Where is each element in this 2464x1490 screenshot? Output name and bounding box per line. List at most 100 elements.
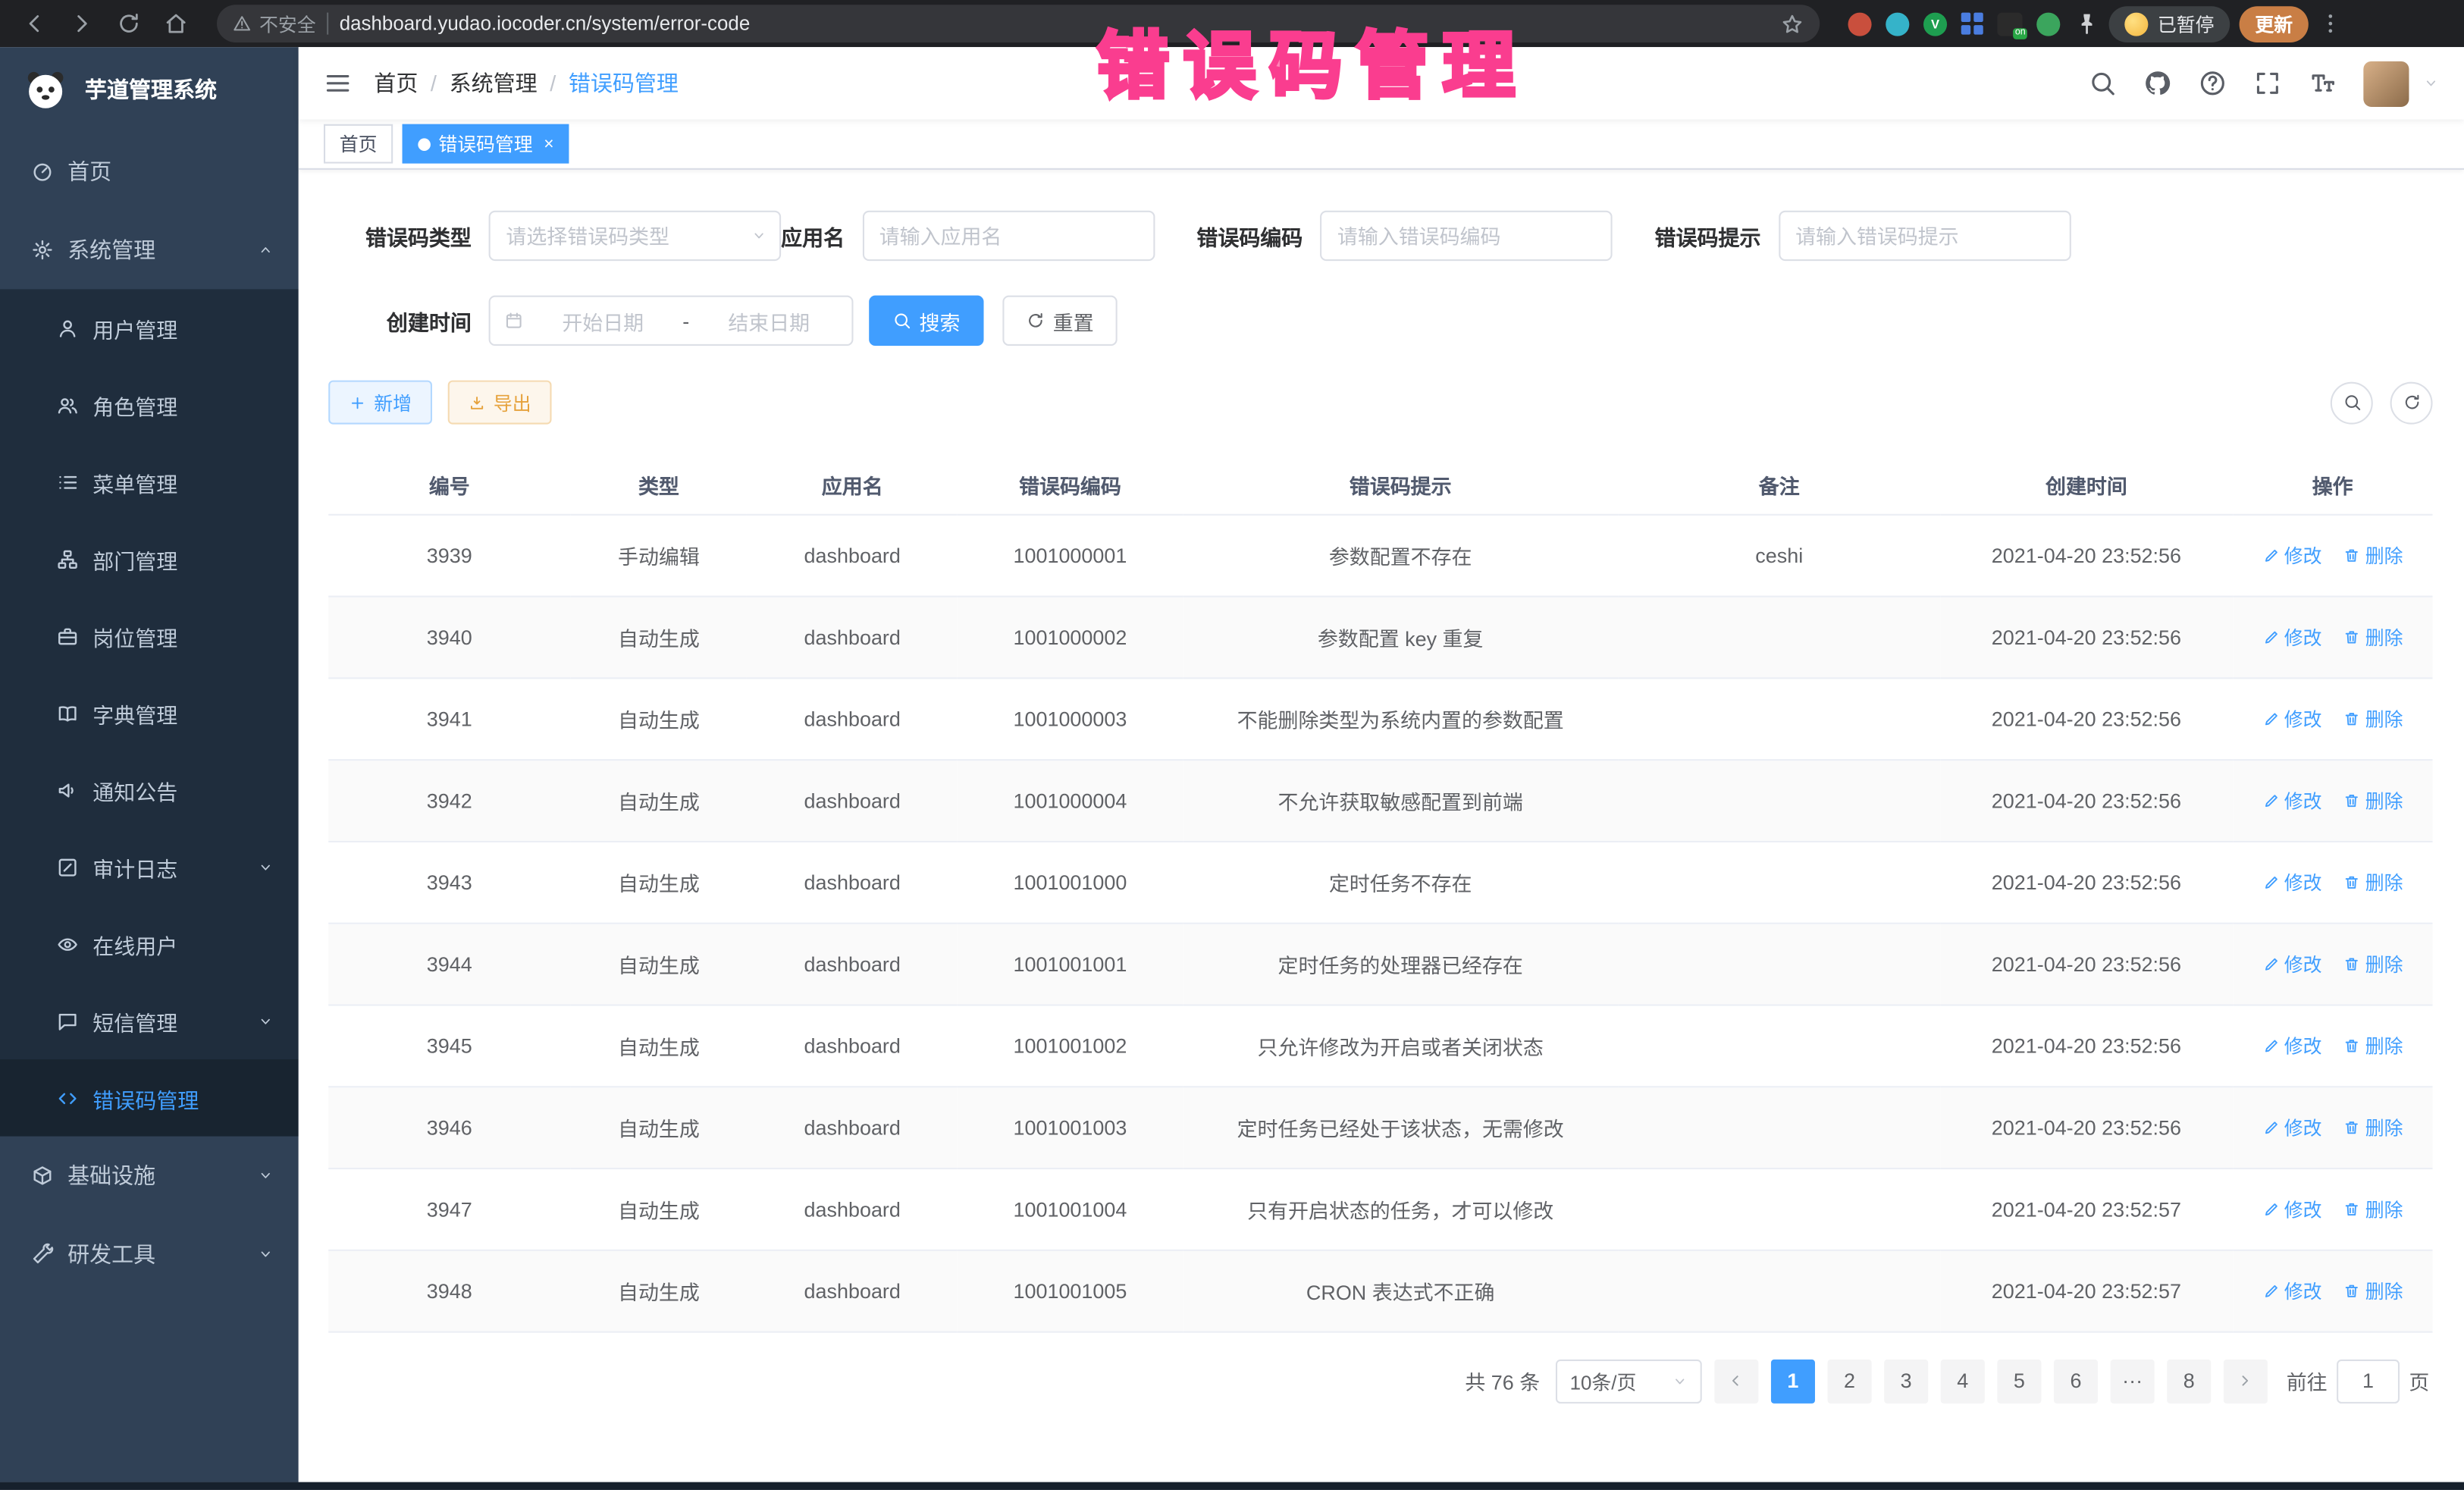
sidebar-item-infrastructure[interactable]: 基础设施 <box>0 1137 299 1216</box>
extensions-pin-icon[interactable] <box>2074 11 2099 36</box>
more-pages-button[interactable]: ··· <box>2111 1359 2155 1403</box>
page-button-2[interactable]: 2 <box>1827 1359 1871 1403</box>
sidebar-item-menus[interactable]: 菜单管理 <box>0 444 299 521</box>
edit-link[interactable]: 修改 <box>2262 786 2322 813</box>
error-type-input[interactable] <box>489 211 782 261</box>
search-icon[interactable] <box>2089 69 2117 97</box>
edit-link[interactable]: 修改 <box>2262 868 2322 895</box>
font-size-icon[interactable] <box>2309 69 2337 97</box>
next-page-button[interactable] <box>2224 1359 2268 1403</box>
sidebar-item-departments[interactable]: 部门管理 <box>0 520 299 598</box>
date-range-picker[interactable]: 开始日期 - 结束日期 <box>489 296 854 346</box>
delete-link[interactable]: 删除 <box>2343 1195 2403 1222</box>
update-button[interactable]: 更新 <box>2240 5 2309 42</box>
sidebar-item-positions[interactable]: 岗位管理 <box>0 598 299 675</box>
back-button[interactable] <box>16 5 54 42</box>
delete-link[interactable]: 删除 <box>2343 541 2403 568</box>
edit-link[interactable]: 修改 <box>2262 1195 2322 1222</box>
delete-link[interactable]: 删除 <box>2343 1032 2403 1059</box>
reset-button[interactable]: 重置 <box>1002 296 1117 346</box>
close-icon[interactable]: × <box>544 134 553 153</box>
github-icon[interactable] <box>2143 69 2171 97</box>
sidebar-item-notice[interactable]: 通知公告 <box>0 751 299 829</box>
page-size-select[interactable]: 10条/页 <box>1556 1359 1702 1403</box>
refresh-table-button[interactable] <box>2390 381 2433 424</box>
forward-button[interactable] <box>63 5 101 42</box>
sidebar-item-error-code[interactable]: 错误码管理 <box>0 1059 299 1137</box>
extension-icon-teal[interactable] <box>1886 12 1909 36</box>
search-button[interactable]: 搜索 <box>869 296 983 346</box>
edit-link[interactable]: 修改 <box>2262 705 2322 732</box>
extension-icon-dark[interactable]: on <box>1997 12 2022 36</box>
fullscreen-icon[interactable] <box>2253 69 2281 97</box>
edit-link[interactable]: 修改 <box>2262 1114 2322 1140</box>
goto-page-input[interactable] <box>2337 1359 2400 1403</box>
help-icon[interactable] <box>2199 69 2227 97</box>
delete-link[interactable]: 删除 <box>2343 705 2403 732</box>
app-logo-row[interactable]: 芋道管理系统 <box>0 47 299 132</box>
page-button-1[interactable]: 1 <box>1771 1359 1815 1403</box>
toggle-search-button[interactable] <box>2331 381 2373 424</box>
extension-icon-leaf[interactable] <box>2036 12 2060 36</box>
filter-label-code: 错误码编码 <box>1196 220 1320 251</box>
more-vert-icon[interactable] <box>2318 11 2343 36</box>
edit-icon <box>2262 1118 2280 1136</box>
reload-button[interactable] <box>110 5 148 42</box>
caret-down-icon[interactable] <box>2423 75 2439 91</box>
sidebar-item-users[interactable]: 用户管理 <box>0 289 299 366</box>
breadcrumb-home[interactable]: 首页 <box>374 67 418 99</box>
sidebar-item-audit-log[interactable]: 审计日志 <box>0 828 299 905</box>
page-button-6[interactable]: 6 <box>2054 1359 2098 1403</box>
delete-link[interactable]: 删除 <box>2343 950 2403 977</box>
sidebar-item-online-users[interactable]: 在线用户 <box>0 905 299 983</box>
delete-link[interactable]: 删除 <box>2343 623 2403 650</box>
edit-link[interactable]: 修改 <box>2262 950 2322 977</box>
home-button[interactable] <box>157 5 195 42</box>
page-button-4[interactable]: 4 <box>1941 1359 1985 1403</box>
cell-type: 自动生成 <box>570 596 747 678</box>
tab-home[interactable]: 首页 <box>324 124 393 164</box>
menu-fold-icon[interactable] <box>324 69 352 97</box>
tab-error-code[interactable]: 错误码管理 × <box>403 124 570 164</box>
error-hint-input[interactable] <box>1778 211 2071 261</box>
filter-app: 应用名 <box>781 211 1154 261</box>
sidebar-item-system[interactable]: 系统管理 <box>0 211 299 290</box>
error-code-input[interactable] <box>1320 211 1613 261</box>
error-type-select[interactable] <box>489 211 782 261</box>
chevron-right-icon <box>2237 1372 2254 1389</box>
col-actions: 操作 <box>2233 456 2433 514</box>
extension-icon-green-v[interactable]: V <box>1923 12 1947 36</box>
sidebar-item-dev-tools[interactable]: 研发工具 <box>0 1215 299 1294</box>
delete-link[interactable]: 删除 <box>2343 1277 2403 1303</box>
delete-link[interactable]: 删除 <box>2343 786 2403 813</box>
cell-time: 2021-04-20 23:52:56 <box>1940 514 2233 596</box>
profile-chip[interactable]: 已暂停 <box>2109 5 2230 42</box>
add-button[interactable]: 新增 <box>328 381 432 425</box>
user-avatar[interactable] <box>2363 61 2409 106</box>
edit-link[interactable]: 修改 <box>2262 1277 2322 1303</box>
extension-icon-red[interactable] <box>1848 12 1872 36</box>
delete-link[interactable]: 删除 <box>2343 868 2403 895</box>
extension-icon-grid[interactable] <box>1961 13 1983 35</box>
page-button-3[interactable]: 3 <box>1884 1359 1928 1403</box>
address-bar[interactable]: 不安全 dashboard.yudao.iocoder.cn/system/er… <box>217 5 1820 42</box>
sidebar-item-roles[interactable]: 角色管理 <box>0 366 299 444</box>
edit-link[interactable]: 修改 <box>2262 1032 2322 1059</box>
security-indicator[interactable]: 不安全 <box>233 10 316 36</box>
page-button-5[interactable]: 5 <box>1997 1359 2041 1403</box>
prev-page-button[interactable] <box>1714 1359 1758 1403</box>
star-icon[interactable] <box>1780 12 1804 36</box>
export-button[interactable]: 导出 <box>448 381 552 425</box>
page-button-8[interactable]: 8 <box>2167 1359 2211 1403</box>
app-name-input[interactable] <box>862 211 1155 261</box>
sidebar-submenu-system: 用户管理 角色管理 菜单管理 部门管理 <box>0 289 299 1136</box>
edit-link[interactable]: 修改 <box>2262 623 2322 650</box>
delete-link[interactable]: 删除 <box>2343 1114 2403 1140</box>
col-hint: 错误码提示 <box>1183 456 1618 514</box>
edit-link[interactable]: 修改 <box>2262 541 2322 568</box>
sidebar-item-home[interactable]: 首页 <box>0 132 299 211</box>
edit-icon <box>2262 873 2280 890</box>
breadcrumb-system[interactable]: 系统管理 <box>450 67 538 99</box>
sidebar-item-dictionary[interactable]: 字典管理 <box>0 674 299 751</box>
sidebar-item-sms[interactable]: 短信管理 <box>0 982 299 1059</box>
